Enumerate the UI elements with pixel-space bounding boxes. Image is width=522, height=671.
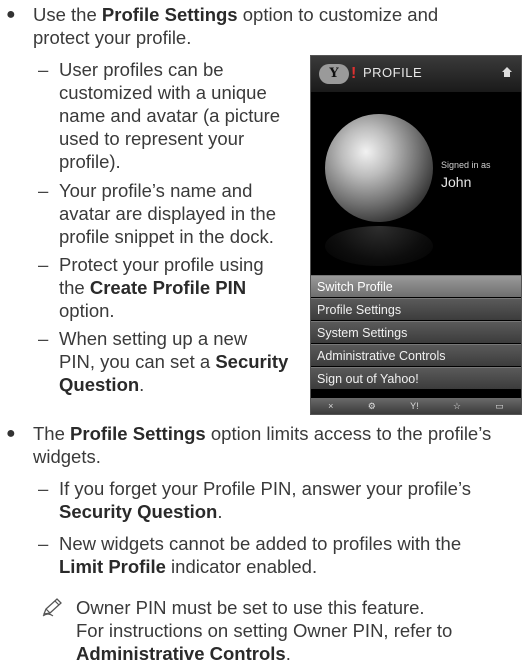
bullet-1-text: Use the Profile Settings option to custo… [33,3,513,49]
bullet-2-text: The Profile Settings option limits acces… [33,422,521,468]
text: widgets. [33,446,101,467]
dash: – [38,328,49,349]
bold-term: Limit Profile [59,556,166,577]
text: PIN, you can set a [59,351,216,372]
text: avatar are displayed in the [59,203,276,224]
text: . [217,501,223,522]
bold-term: Security Question [59,501,218,522]
text: New widgets cannot be added to profiles … [59,533,462,554]
menu-sign-out[interactable]: Sign out of Yahoo! [311,367,521,389]
yahoo-logo-icon: Y [319,64,349,84]
sub-item-3: Protect your profile using the Create Pr… [59,253,309,322]
screen-icon[interactable]: ▭ [495,400,504,412]
menu-system-settings[interactable]: System Settings [311,321,521,343]
dash: – [38,180,49,201]
text: The [33,423,71,444]
bold-term: Profile Settings [70,423,206,444]
text: used to represent your [59,128,245,149]
note-text: Owner PIN must be set to use this featur… [76,596,516,665]
text: Your profile’s name and [59,180,253,201]
settings-icon[interactable]: ⚙ [368,400,376,412]
text: If you forget your Profile PIN, answer y… [59,478,471,499]
sub-item-1: User profiles can be customized with a u… [59,58,309,173]
avatar-earth-image [325,114,433,222]
text: User profiles can be [59,59,224,80]
dash: – [38,533,49,554]
sub-item-5: If you forget your Profile PIN, answer y… [59,477,519,523]
user-name: John [441,174,472,190]
signed-in-label: Signed in as [441,160,491,170]
home-icon [502,67,512,77]
screen-bottom-bar: × ⚙ Y! ☆ ▭ [311,398,521,414]
dash: – [38,478,49,499]
text: indicator enabled. [165,556,318,577]
close-icon[interactable]: × [328,400,333,412]
text: When setting up a new [59,328,248,349]
bold-term: Create Profile PIN [89,277,247,298]
avatar-reflection [325,226,433,266]
text: Owner PIN must be set to use this featur… [76,597,425,618]
text: For instructions on setting Owner PIN, r… [76,620,453,641]
text: option. [59,300,115,321]
bold-term: Administrative Controls [76,643,286,664]
star-icon[interactable]: ☆ [453,400,461,412]
text: protect your profile. [33,27,192,48]
text: the [59,277,90,298]
sub-item-2: Your profile’s name and avatar are displ… [59,179,309,248]
text: . [285,643,291,664]
dash: – [38,59,49,80]
bold-term: Profile Settings [101,4,238,25]
text: name and avatar (a picture [59,105,281,126]
text: customized with a unique [59,82,267,103]
bold-term: Security [215,351,289,372]
text: Use the [33,4,102,25]
text: . [139,374,145,395]
text: profile). [59,151,121,172]
text: option limits access to the profile’s [205,423,492,444]
dash: – [38,254,49,275]
sub-item-4: When setting up a new PIN, you can set a… [59,327,309,396]
text: option to customize and [237,4,439,25]
text: profile snippet in the dock. [59,226,274,247]
screen-title: PROFILE [363,65,423,80]
bold-term: Question [59,374,140,395]
yahoo-icon[interactable]: Y! [410,400,419,412]
yahoo-exclamation: ! [351,65,357,82]
bullet-dot: ● [6,6,16,23]
menu-switch-profile[interactable]: Switch Profile [311,275,521,297]
screen-header: Y ! PROFILE [311,56,521,92]
profile-screen-image: Y ! PROFILE Signed in as John Switch Pro… [310,55,522,415]
note-pencil-icon [42,598,62,617]
menu-administrative-controls[interactable]: Administrative Controls [311,344,521,366]
menu-profile-settings[interactable]: Profile Settings [311,298,521,320]
bullet-dot: ● [6,425,16,442]
text: Protect your profile using [59,254,264,275]
sub-item-6: New widgets cannot be added to profiles … [59,532,519,578]
